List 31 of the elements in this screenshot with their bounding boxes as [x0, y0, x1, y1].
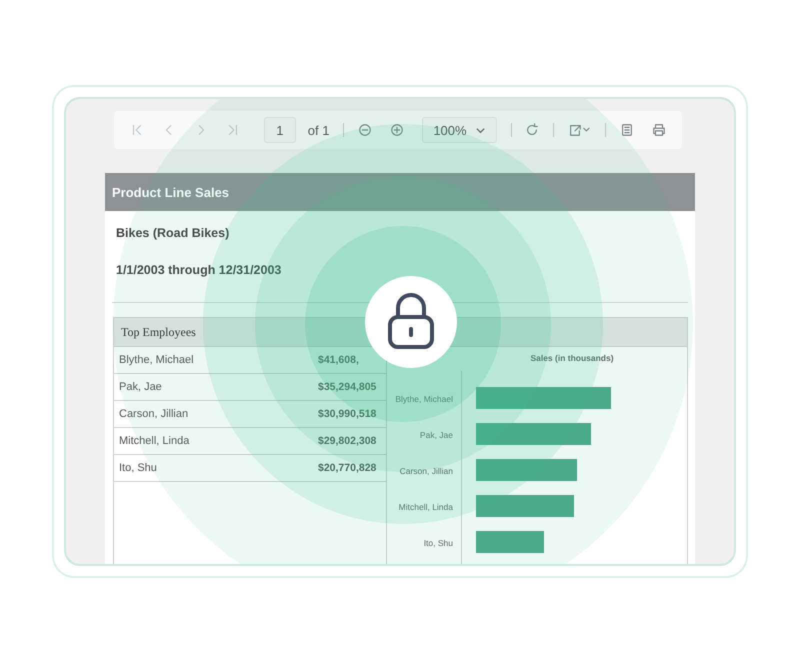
heading-text: Top Employees	[121, 324, 196, 340]
sales-amount: $41,608,	[318, 354, 360, 366]
print-icon[interactable]	[652, 122, 666, 138]
axis-label: Blythe, Michael	[394, 393, 454, 406]
axis-label: Pak, Jae	[418, 429, 454, 442]
chart-title: Sales (in thousands)	[529, 352, 615, 365]
page-input[interactable]: 1	[264, 117, 296, 143]
report-title: Product Line Sales	[112, 184, 230, 200]
axis-label: Mitchell, Linda	[398, 501, 454, 514]
employee-name: Ito, Shu	[119, 462, 157, 474]
date-range: 1/1/2003 through 12/31/2003	[115, 262, 282, 277]
employee-name: Carson, Jillian	[119, 408, 188, 420]
sales-amount: $29,802,308	[318, 435, 378, 447]
zoom-dropdown[interactable]: 100%	[422, 117, 497, 143]
employee-name: Mitchell, Linda	[119, 435, 190, 447]
sales-amount: $30,990,518	[318, 408, 378, 420]
export-icon[interactable]	[568, 122, 592, 138]
report-subtitle: Bikes (Road Bikes)	[115, 225, 230, 240]
sales-amount: $20,770,828	[318, 462, 378, 474]
refresh-icon[interactable]	[525, 122, 540, 138]
zoom-out-icon[interactable]	[358, 122, 372, 138]
axis-label: Carson, Jillian	[398, 465, 454, 478]
sales-bar	[476, 531, 544, 553]
employee-name: Pak, Jae	[119, 381, 162, 393]
page-count: of 1	[308, 122, 330, 138]
axis-label: Ito, Shu	[422, 537, 454, 550]
employee-name: Blythe, Michael	[119, 354, 194, 366]
lock-icon	[386, 293, 436, 351]
sales-amount: $35,294,805	[318, 381, 378, 393]
document-icon[interactable]	[620, 122, 634, 138]
zoom-in-icon[interactable]	[390, 122, 404, 138]
